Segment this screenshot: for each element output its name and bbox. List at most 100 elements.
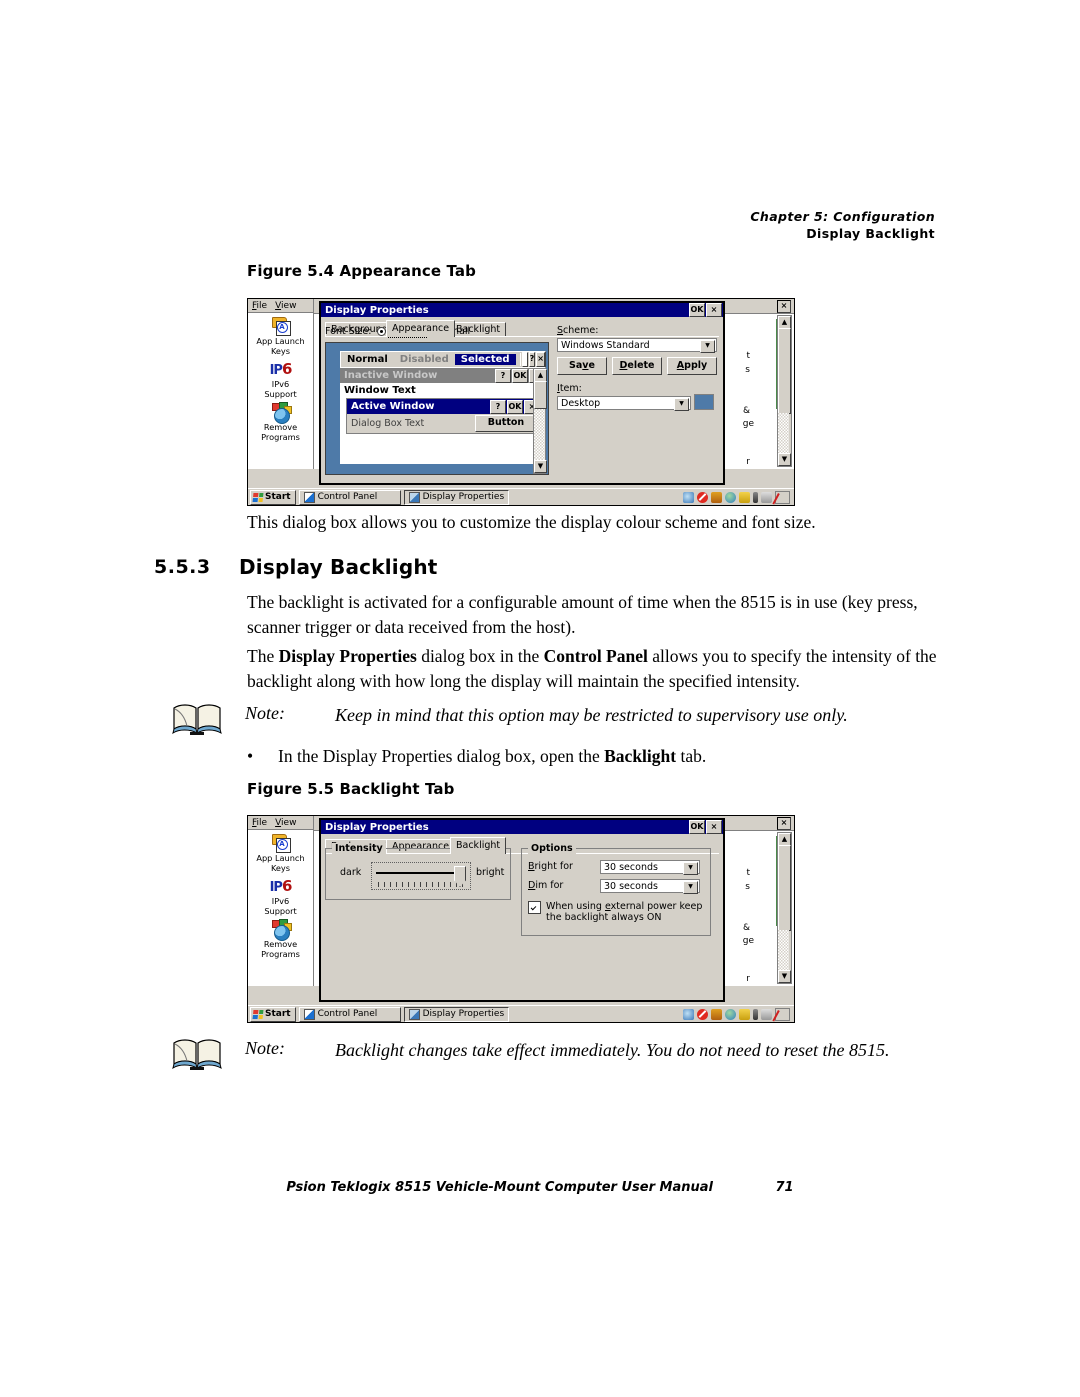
item-combobox[interactable]: Desktop ▼	[557, 396, 691, 411]
tray-battery-icon[interactable]	[739, 491, 750, 503]
taskbar: Start Control Panel Display Properties	[248, 1005, 794, 1022]
cp-item-ipv6-support[interactable]: IP6 IPv6 Support	[248, 876, 313, 916]
help-icon: ?	[528, 352, 536, 367]
intro-paragraph: This dialog box allows you to customize …	[247, 512, 816, 532]
checkbox-label-line1: When using external power keep	[546, 901, 703, 912]
p2-c: dialog box in the	[416, 646, 544, 666]
close-icon[interactable]: ×	[777, 300, 791, 313]
dim-for-combobox[interactable]: 30 seconds ▼	[600, 878, 700, 894]
menu-file[interactable]: File	[252, 818, 267, 828]
scroll-down-icon: ▼	[534, 460, 547, 473]
section-title: Display Backlight	[239, 555, 438, 579]
tray-connection-icon[interactable]	[683, 1008, 694, 1020]
tray-signal-icon[interactable]	[753, 491, 758, 503]
start-button[interactable]: Start	[250, 489, 296, 505]
cp-item-remove-programs[interactable]: Remove Programs	[248, 402, 313, 442]
ok-button: OK	[512, 368, 528, 383]
bullet-a: In the Display Properties dialog box, op…	[278, 746, 605, 766]
cp-item-app-launch-keys[interactable]: A App Launch Keys	[248, 316, 313, 356]
taskbar-item-display-properties[interactable]: Display Properties	[403, 1006, 510, 1022]
intensity-slider[interactable]	[371, 862, 471, 890]
preview-window: Inactive Window ? OK × Window Text Act	[340, 368, 546, 464]
taskbar-item-label: Control Panel	[317, 492, 378, 502]
ok-button[interactable]: OK	[689, 303, 705, 317]
backlight-paragraph-2: The Display Properties dialog box in the…	[247, 644, 953, 694]
scroll-down-icon[interactable]: ▼	[778, 970, 791, 983]
bright-for-combobox[interactable]: 30 seconds ▼	[600, 859, 700, 875]
delete-button[interactable]: Delete	[612, 357, 662, 375]
background-scrollbar[interactable]: ▲ ▼	[777, 315, 792, 467]
tray-power-icon[interactable]	[761, 1008, 772, 1020]
scroll-down-icon[interactable]: ▼	[778, 453, 791, 466]
figure-5-4-caption: Figure 5.4 Appearance Tab	[247, 262, 476, 280]
tray-scanner-icon[interactable]	[711, 491, 722, 503]
preview-dialog-row: Dialog Box Text Button	[347, 414, 541, 433]
scrollbar-track[interactable]	[778, 413, 789, 454]
options-legend: Options	[528, 843, 576, 854]
chevron-down-icon[interactable]: ▼	[683, 880, 698, 894]
bright-for-value: 30 seconds	[604, 861, 658, 873]
taskbar-item-display-properties[interactable]: Display Properties	[403, 489, 510, 505]
color-swatch[interactable]	[694, 394, 714, 410]
dialog-title-text: Display Properties	[325, 821, 429, 833]
tab-appearance[interactable]: Appearance	[386, 320, 456, 337]
checkbox-label: When using external power keep the backl…	[546, 901, 702, 923]
apply-button[interactable]: Apply	[667, 357, 717, 375]
tab-backlight[interactable]: Backlight	[450, 837, 507, 854]
bg-text-fragment: t	[746, 868, 750, 878]
tray-network-icon[interactable]	[725, 1008, 736, 1020]
bg-text-fragment: t	[746, 351, 750, 361]
cp-item-remove-programs[interactable]: Remove Programs	[248, 919, 313, 959]
ok-button[interactable]: OK	[689, 820, 705, 834]
menu-view[interactable]: View	[275, 818, 296, 828]
chevron-down-icon[interactable]: ▼	[674, 398, 689, 411]
tray-scanner-icon[interactable]	[711, 1008, 722, 1020]
scrollbar-thumb[interactable]	[778, 328, 791, 414]
tray-power-icon[interactable]	[761, 491, 772, 503]
background-scrollbar[interactable]: ▲ ▼	[777, 832, 792, 984]
bg-text-fragment: &	[742, 923, 750, 933]
start-button[interactable]: Start	[250, 1006, 296, 1022]
close-icon[interactable]: ×	[706, 303, 722, 317]
scrollbar-track[interactable]	[778, 930, 789, 971]
external-power-checkbox-row[interactable]: When using external power keep the backl…	[528, 901, 704, 923]
backlight-paragraph-1: The backlight is activated for a configu…	[247, 592, 918, 637]
scheme-combobox[interactable]: Windows Standard ▼	[557, 338, 717, 353]
app-launch-keys-icon: A	[270, 833, 292, 853]
checkbox-icon[interactable]	[528, 901, 541, 914]
scrollbar-thumb[interactable]	[778, 845, 791, 931]
note-text: Backlight changes take effect immediatel…	[335, 1040, 890, 1060]
cp-item-ipv6-support[interactable]: IP6 IPv6 Support	[248, 359, 313, 399]
cp-item-app-launch-keys[interactable]: A App Launch Keys	[248, 833, 313, 873]
taskbar: Start Control Panel Display Properties	[248, 488, 794, 505]
tray-no-radio-icon[interactable]	[697, 1008, 708, 1020]
p2-b: Display Properties	[278, 646, 417, 666]
tray-network-icon[interactable]	[725, 491, 736, 503]
taskbar-item-control-panel[interactable]: Control Panel	[298, 1006, 401, 1022]
taskbar-item-control-panel[interactable]: Control Panel	[298, 489, 401, 505]
slider-track[interactable]	[376, 872, 464, 874]
menu-file[interactable]: File	[252, 301, 267, 311]
dim-for-row: Dim for 30 seconds ▼	[528, 878, 704, 894]
control-panel-menubar: File View	[248, 816, 313, 830]
tray-signal-icon[interactable]	[753, 1008, 758, 1020]
chevron-down-icon[interactable]: ▼	[700, 340, 715, 353]
cp-item-label: Programs	[261, 948, 300, 959]
grip-icon	[519, 353, 522, 366]
save-button[interactable]: Save	[557, 357, 607, 375]
chevron-down-icon[interactable]: ▼	[683, 861, 698, 875]
dim-for-value: 30 seconds	[604, 880, 658, 892]
stylus-icon[interactable]	[775, 1007, 790, 1021]
item-value: Desktop	[561, 398, 601, 409]
stylus-icon[interactable]	[775, 490, 790, 504]
close-icon[interactable]: ×	[706, 820, 722, 834]
appearance-preview[interactable]: Normal Disabled Selected ? × Inactive Wi…	[325, 342, 549, 475]
close-icon[interactable]: ×	[777, 817, 791, 830]
tray-battery-icon[interactable]	[739, 1008, 750, 1020]
tray-no-radio-icon[interactable]	[697, 491, 708, 503]
intensity-group: Intensity dark bright	[325, 843, 511, 900]
preview-disabled-label: Disabled	[399, 354, 449, 365]
intensity-legend: Intensity	[332, 843, 386, 854]
menu-view[interactable]: View	[275, 301, 296, 311]
tray-connection-icon[interactable]	[683, 491, 694, 503]
